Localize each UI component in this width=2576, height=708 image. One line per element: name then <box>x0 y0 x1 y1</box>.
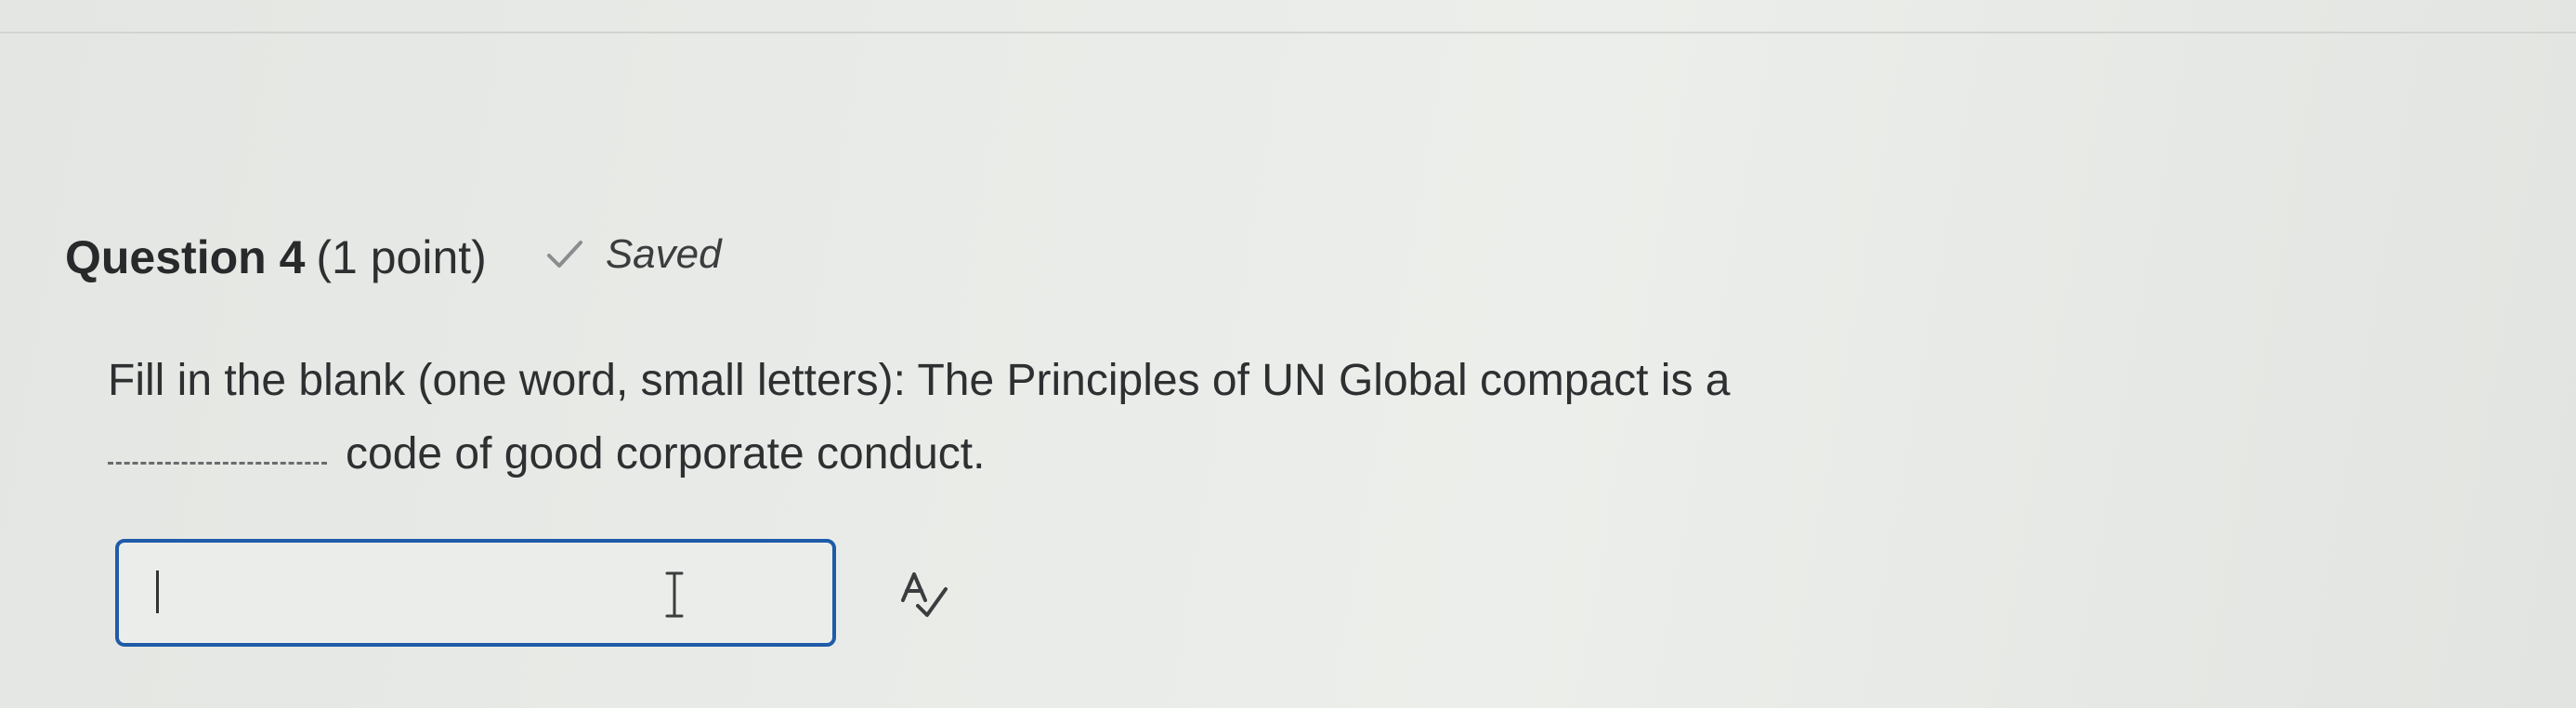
question-prompt: Fill in the blank (one word, small lette… <box>108 344 2077 491</box>
saved-label: Saved <box>605 231 722 277</box>
question-header: Question 4 (1 point) Saved <box>65 230 722 284</box>
saved-status: Saved <box>544 231 722 278</box>
check-icon <box>546 241 582 268</box>
question-text-part1: Fill in the blank (one word, small lette… <box>108 356 1731 405</box>
question-points: (1 point) <box>316 231 487 283</box>
text-caret <box>156 570 159 613</box>
answer-input[interactable] <box>115 539 836 647</box>
spell-check-icon[interactable] <box>897 569 949 621</box>
top-divider <box>0 32 2576 33</box>
text-cursor-icon <box>665 571 684 618</box>
question-text-part2: code of good corporate conduct. <box>346 429 986 479</box>
blank-placeholder <box>108 460 327 465</box>
question-title: Question 4 <box>65 231 306 283</box>
